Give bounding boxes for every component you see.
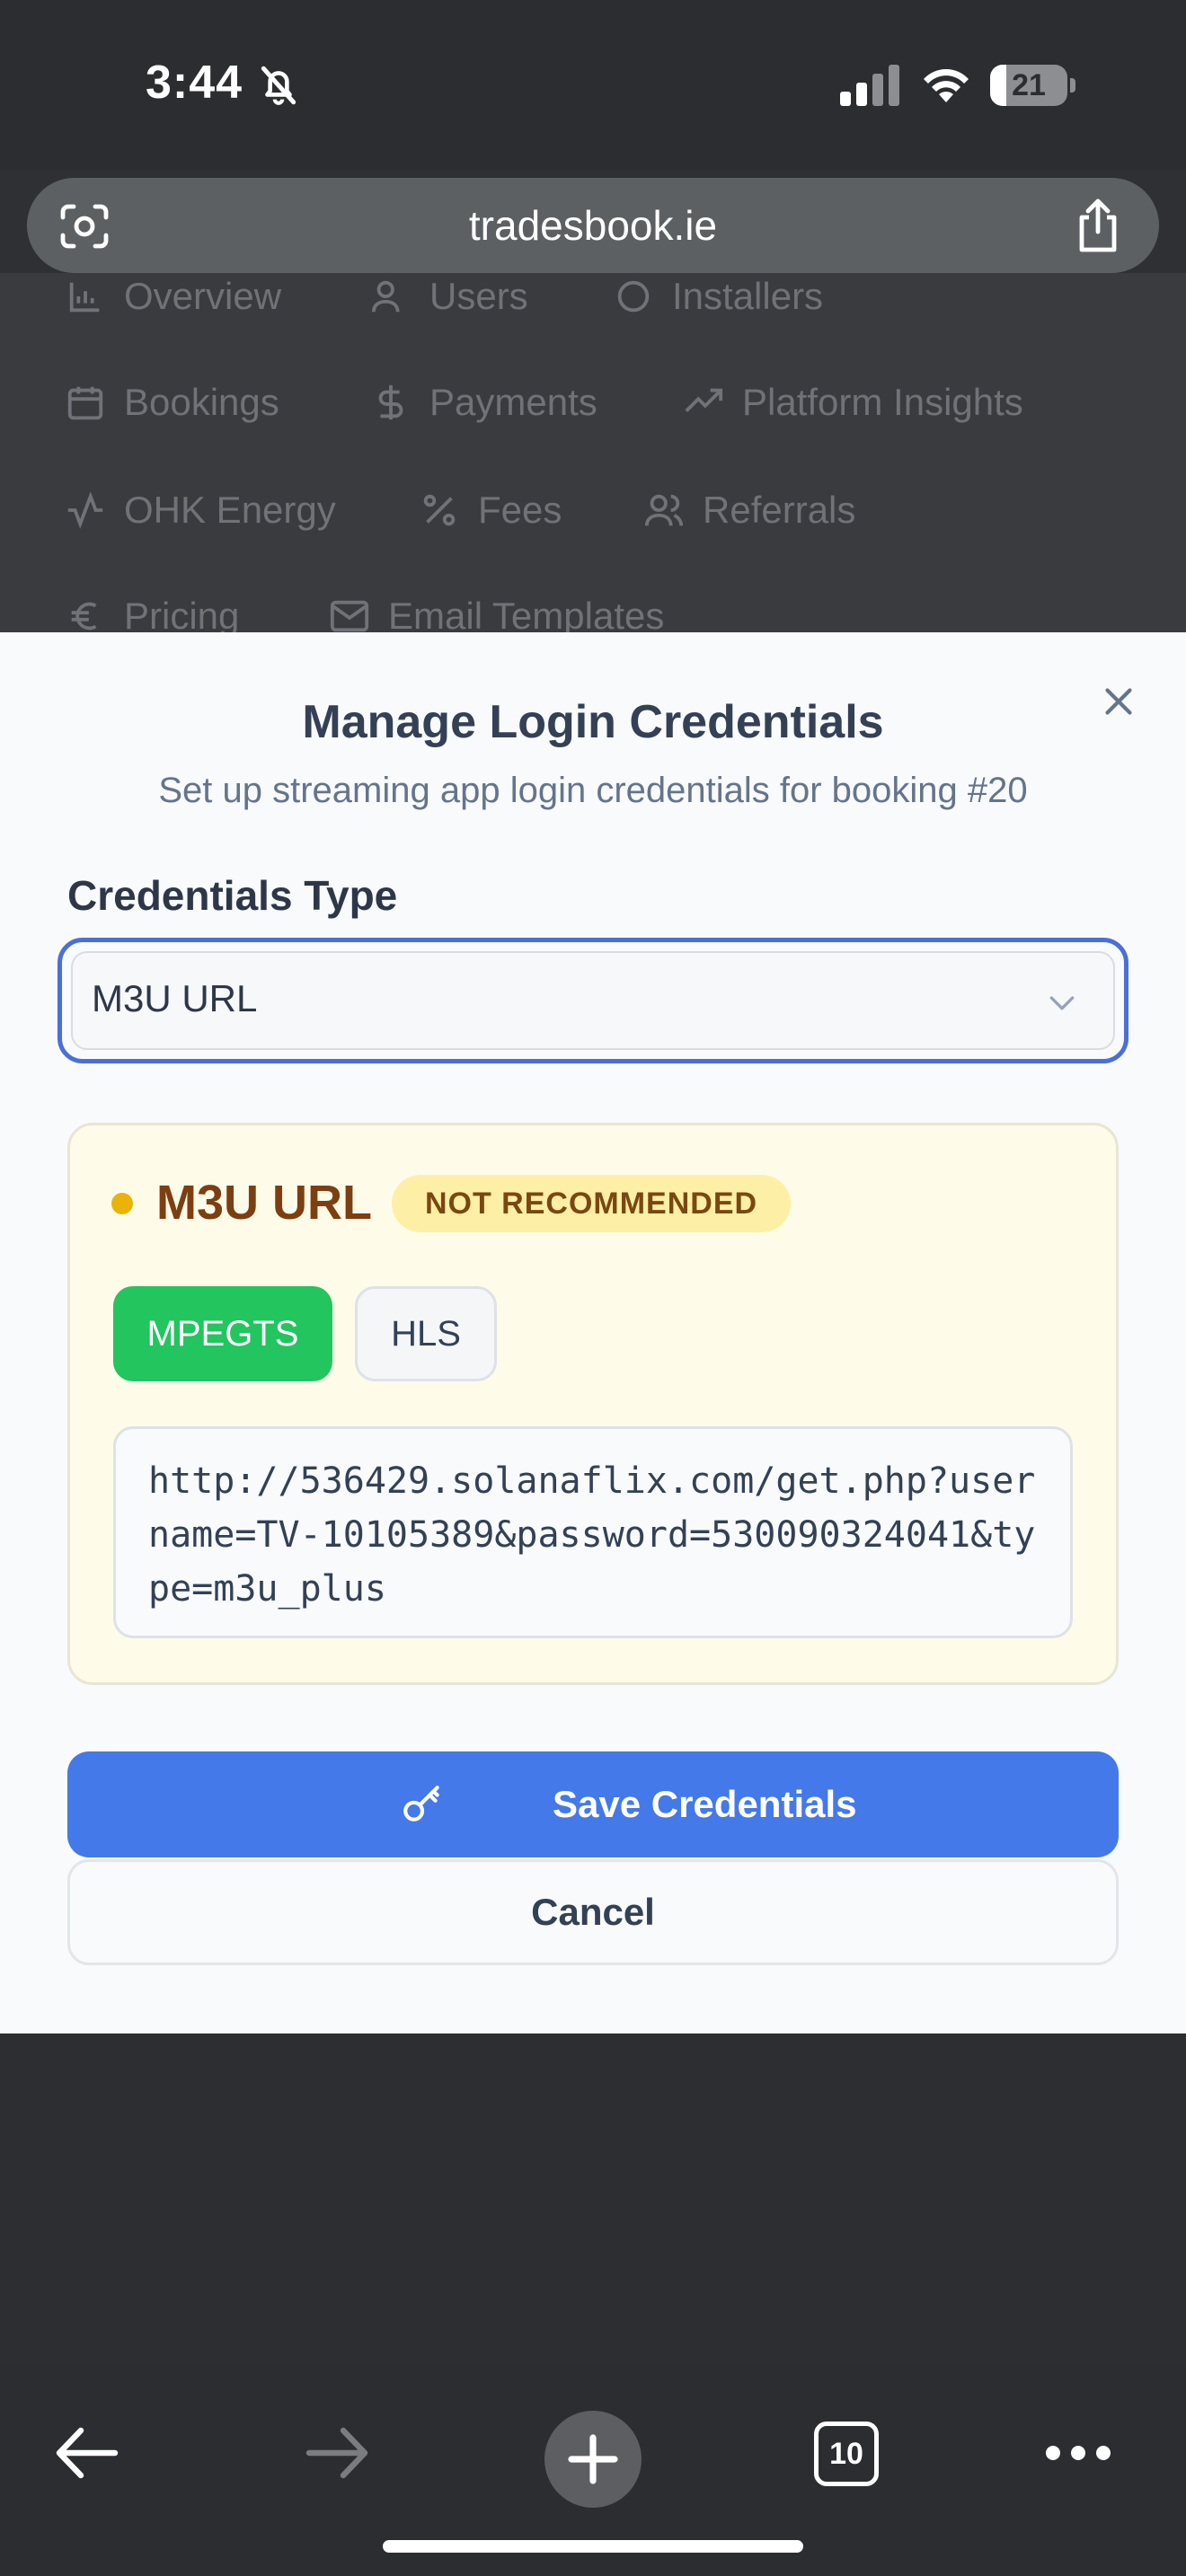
chevron-down-icon[interactable] <box>1044 984 1080 1020</box>
nav-label: Installers <box>672 275 824 317</box>
nav-label: Users <box>429 275 528 317</box>
plus-icon <box>568 2434 618 2484</box>
nav-label: Fees <box>478 489 562 531</box>
nav-email-templates: Email Templates <box>329 595 664 632</box>
m3u-url-value[interactable]: http://536429.solanaflix.com/get.php?use… <box>148 1454 1056 1616</box>
nav-users: Users <box>370 275 528 318</box>
chart-icon <box>69 282 100 313</box>
signal-icon <box>840 65 899 106</box>
percent-icon <box>423 494 456 526</box>
nav-label: Payments <box>429 381 597 423</box>
nav-fees: Fees <box>419 489 562 532</box>
nav-installers: Installers <box>613 275 823 318</box>
modal-subtitle: Set up streaming app login credentials f… <box>158 771 1028 810</box>
nav-overview: Overview <box>65 275 281 318</box>
activity-icon <box>67 491 103 529</box>
back-icon[interactable] <box>52 2422 120 2484</box>
status-dot <box>111 1193 133 1214</box>
nav-ohk-energy: OHK Energy <box>65 489 336 532</box>
nav-label: Platform Insights <box>742 381 1023 423</box>
nav-platform-insights: Platform Insights <box>683 381 1023 424</box>
more-icon[interactable] <box>1044 2441 1112 2465</box>
format-hls-button[interactable]: HLS <box>355 1286 497 1381</box>
euro-icon <box>71 602 97 631</box>
dollar-icon <box>378 384 403 420</box>
credentials-type-label: Credentials Type <box>67 872 398 919</box>
forward-icon[interactable] <box>304 2422 372 2484</box>
mail-icon <box>330 600 369 632</box>
nav-payments: Payments <box>370 381 597 424</box>
url-text[interactable]: tradesbook.ie <box>27 178 1159 273</box>
users-icon <box>644 494 684 526</box>
save-label: Save Credentials <box>553 1783 857 1825</box>
trending-up-icon <box>685 388 723 412</box>
card-title: M3U URL <box>156 1176 372 1230</box>
modal-title: Manage Login Credentials <box>302 696 884 748</box>
nav-referrals: Referrals <box>643 489 855 532</box>
battery-icon: 21 <box>990 65 1076 106</box>
nav-pricing: Pricing <box>65 595 239 632</box>
format-mpegts-button[interactable]: MPEGTS <box>113 1286 332 1381</box>
nav-bookings: Bookings <box>65 381 279 424</box>
not-recommended-badge: NOT RECOMMENDED <box>392 1175 791 1232</box>
save-credentials-button[interactable]: Save Credentials <box>67 1751 1119 1857</box>
key-icon <box>403 1786 439 1822</box>
nav-label: Email Templates <box>388 595 665 632</box>
backdrop[interactable] <box>0 2033 1186 2366</box>
m3u-url-textarea[interactable]: http://536429.solanaflix.com/get.php?use… <box>113 1426 1073 1638</box>
nav-label: Bookings <box>124 381 279 423</box>
status-time: 3:44 <box>146 57 243 109</box>
wifi-icon <box>924 69 969 102</box>
shield-icon <box>617 280 650 313</box>
background-page: Overview Users Installers Bookings Payme… <box>0 273 1186 632</box>
tabs-icon[interactable]: 10 <box>814 2422 879 2486</box>
share-icon[interactable] <box>1071 198 1125 253</box>
nav-label: Overview <box>124 275 282 317</box>
home-indicator <box>383 2540 803 2553</box>
new-tab-button[interactable] <box>544 2411 642 2508</box>
address-bar[interactable]: tradesbook.ie <box>27 178 1159 273</box>
cancel-button[interactable]: Cancel <box>67 1859 1119 1965</box>
users-icon <box>371 280 400 313</box>
nav-label: Pricing <box>124 595 240 632</box>
battery-level: 21 <box>1012 68 1046 102</box>
status-bar: 3:44 21 <box>0 0 1186 171</box>
bell-off-icon <box>261 66 296 105</box>
select-value[interactable]: M3U URL <box>92 977 257 1020</box>
nav-label: OHK Energy <box>124 489 336 531</box>
nav-label: Referrals <box>703 489 856 531</box>
calendar-icon <box>67 386 103 420</box>
